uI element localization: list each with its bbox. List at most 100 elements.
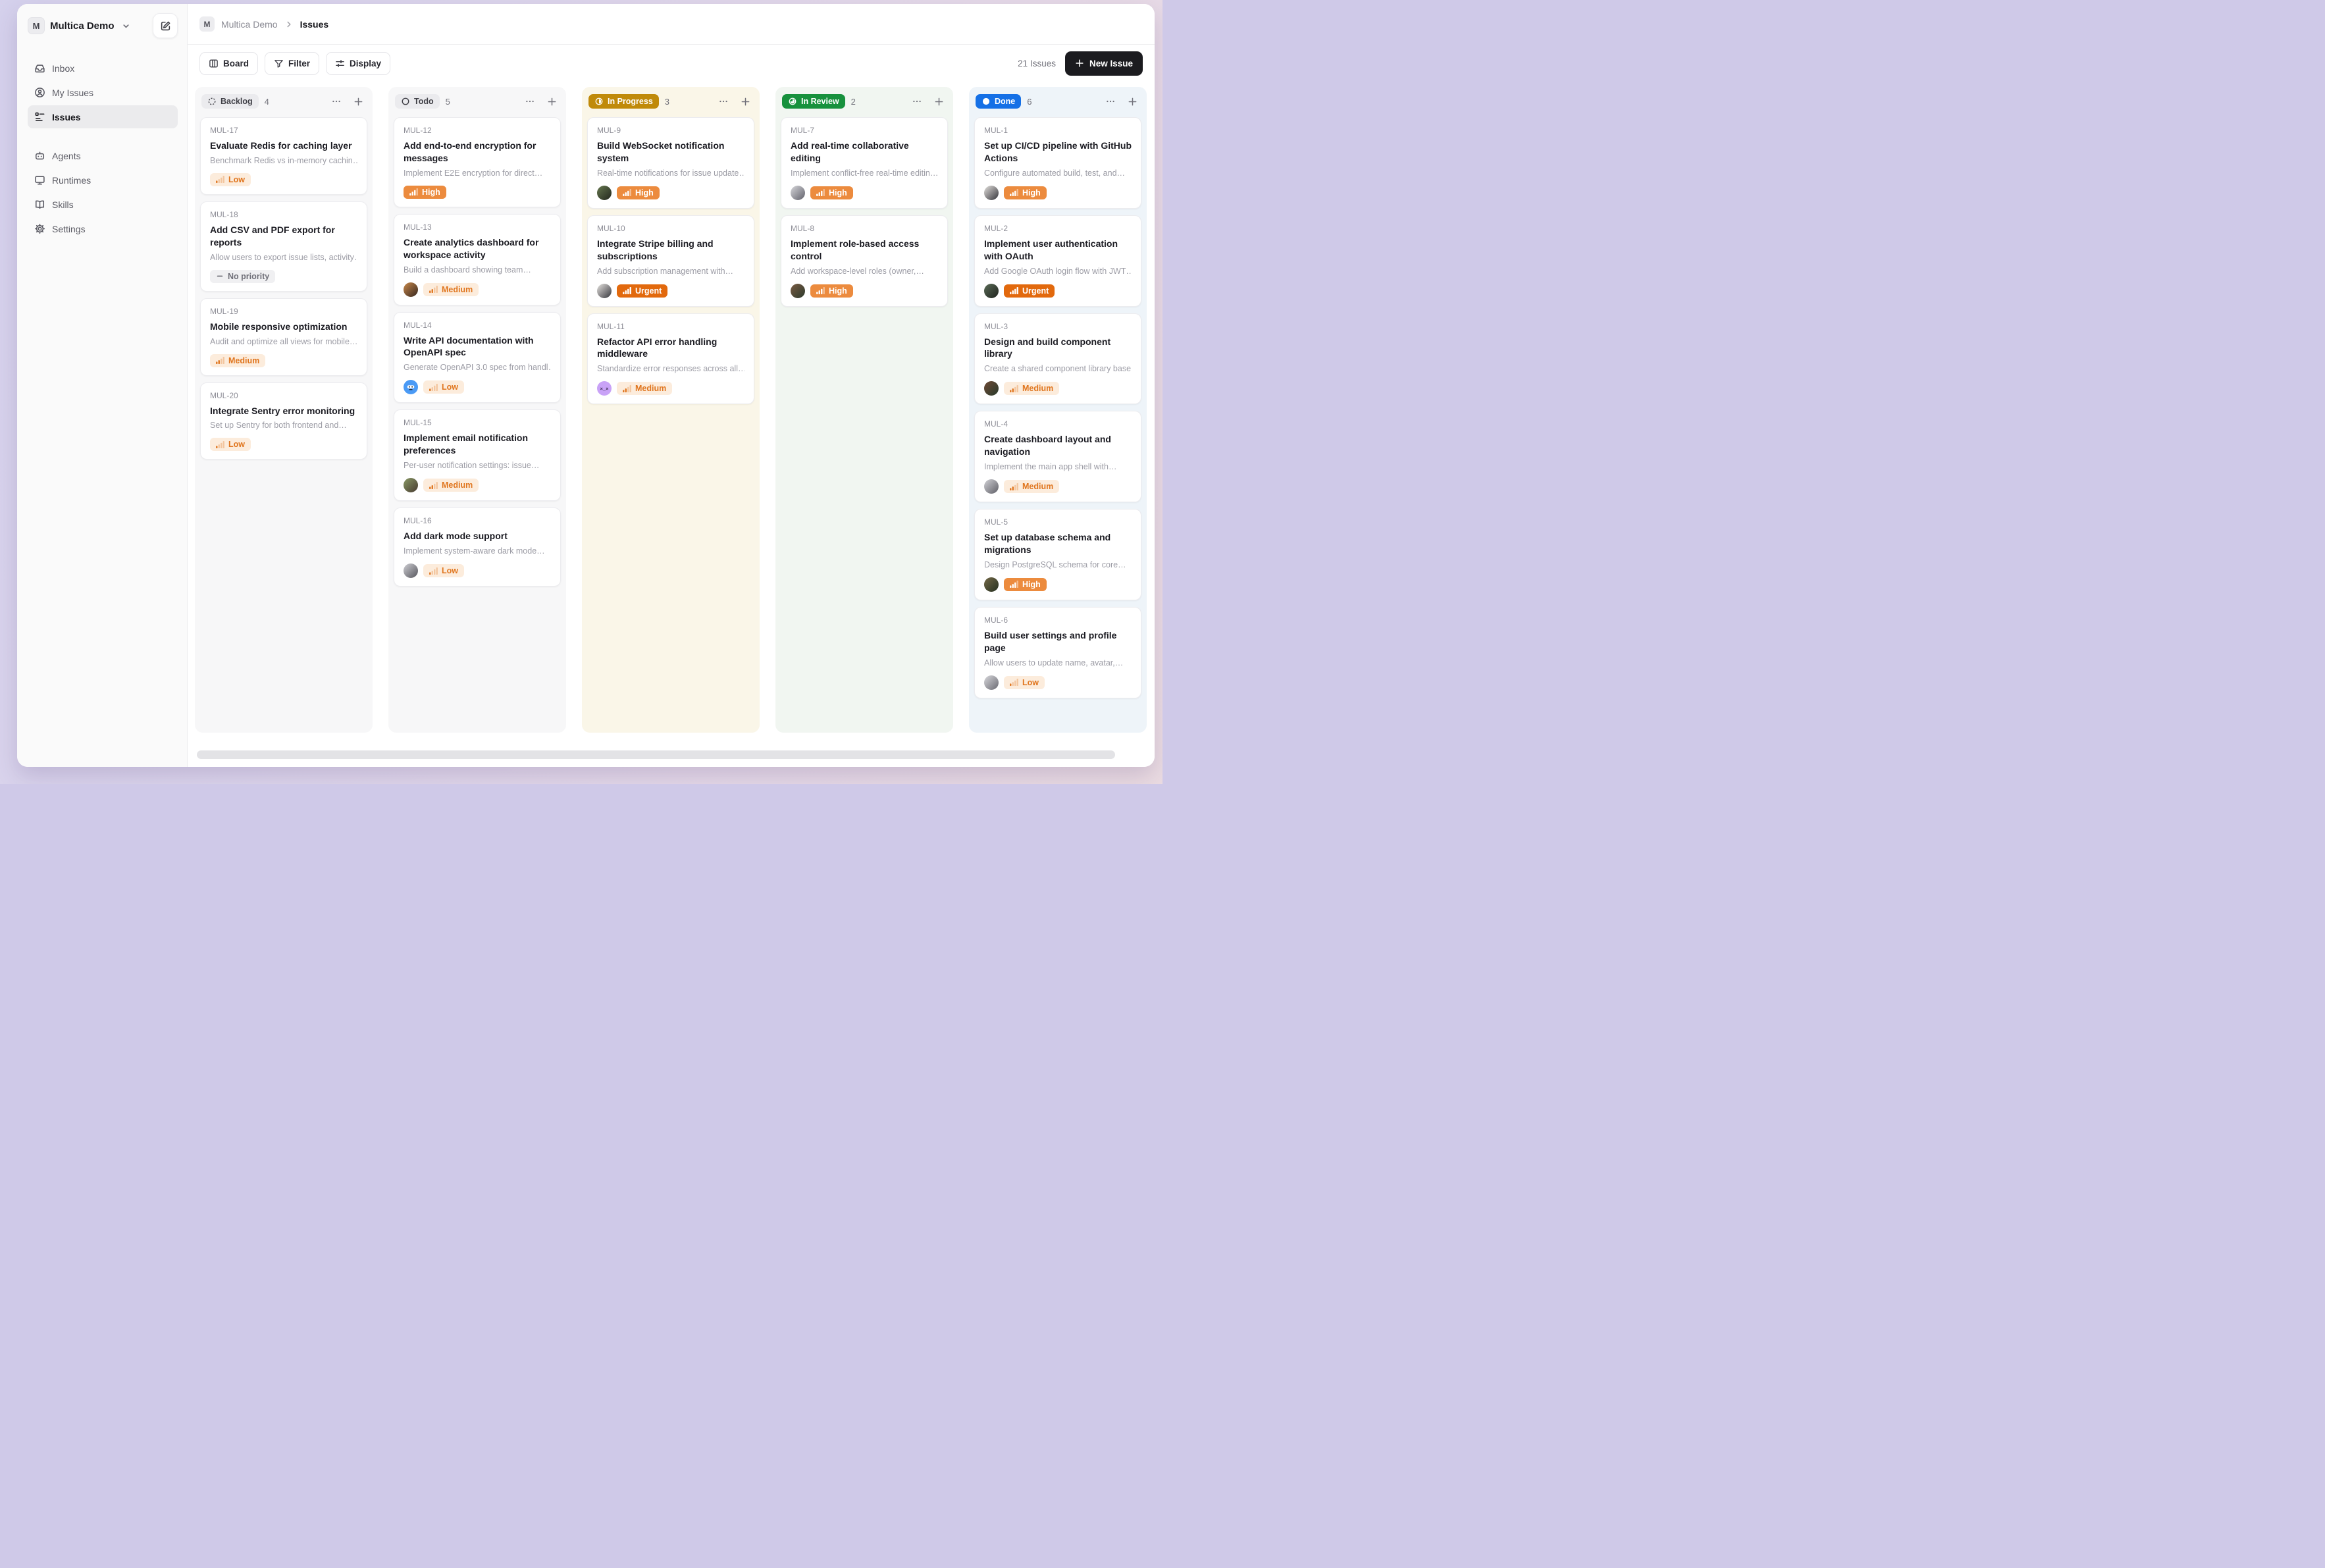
issue-card[interactable]: MUL-5Set up database schema and migratio… xyxy=(974,509,1141,600)
half-circle-icon xyxy=(594,97,604,106)
column-count: 5 xyxy=(446,97,450,107)
priority-label: Medium xyxy=(1022,384,1053,393)
priority-bars-icon xyxy=(623,287,631,294)
column-add-button[interactable] xyxy=(1124,93,1140,109)
column-add-button[interactable] xyxy=(350,93,366,109)
priority-badge: High xyxy=(810,186,853,199)
issue-description: Real-time notifications for issue update… xyxy=(597,169,745,178)
compose-button[interactable] xyxy=(153,13,178,38)
view-button-board[interactable]: Board xyxy=(199,52,258,75)
column-more-button[interactable] xyxy=(716,93,731,109)
new-issue-button[interactable]: New Issue xyxy=(1065,51,1143,76)
priority-label: Urgent xyxy=(635,286,662,296)
chevron-down-icon[interactable] xyxy=(121,21,131,31)
issue-id: MUL-15 xyxy=(404,418,551,427)
column-add-button[interactable] xyxy=(931,93,947,109)
priority-label: Medium xyxy=(442,285,473,294)
issue-id: MUL-9 xyxy=(597,126,745,135)
issue-card[interactable]: MUL-13Create analytics dashboard for wor… xyxy=(394,214,561,305)
issue-card[interactable]: MUL-17Evaluate Redis for caching layerBe… xyxy=(200,117,367,195)
issue-card[interactable]: MUL-19Mobile responsive optimizationAudi… xyxy=(200,298,367,376)
issue-card[interactable]: MUL-18Add CSV and PDF export for reports… xyxy=(200,201,367,292)
sidebar-item-skills[interactable]: Skills xyxy=(28,193,178,216)
issue-description: Generate OpenAPI 3.0 spec from handl… xyxy=(404,363,551,372)
view-button-filter[interactable]: Filter xyxy=(265,52,319,75)
sidebar-section-gap xyxy=(28,130,178,143)
workspace-switcher[interactable]: M Multica Demo xyxy=(28,13,178,38)
issue-card[interactable]: MUL-4Create dashboard layout and navigat… xyxy=(974,411,1141,502)
column-header: Done6 xyxy=(969,87,1147,116)
issue-description: Per-user notification settings: issue… xyxy=(404,461,551,470)
issue-description: Build a dashboard showing team… xyxy=(404,265,551,274)
issue-id: MUL-7 xyxy=(791,126,938,135)
priority-bars-icon xyxy=(216,357,224,364)
issue-card[interactable]: MUL-14Write API documentation with OpenA… xyxy=(394,312,561,404)
breadcrumb-workspace-link[interactable]: Multica Demo xyxy=(221,19,278,30)
kanban-board: Backlog4MUL-17Evaluate Redis for caching… xyxy=(188,82,1155,767)
filled-circle-icon xyxy=(981,97,991,106)
priority-badge: Medium xyxy=(617,382,672,395)
view-button-display[interactable]: Display xyxy=(326,52,390,75)
issue-card[interactable]: MUL-11Refactor API error handling middle… xyxy=(587,313,754,405)
column-more-button[interactable] xyxy=(1103,93,1118,109)
horizontal-scrollbar[interactable] xyxy=(197,750,1115,759)
sidebar-item-agents[interactable]: Agents xyxy=(28,144,178,167)
view-button-label: Board xyxy=(223,59,249,68)
issue-card[interactable]: MUL-16Add dark mode supportImplement sys… xyxy=(394,508,561,587)
priority-label: High xyxy=(829,286,847,296)
issue-footer: Urgent xyxy=(984,284,1132,298)
main-area: M Multica Demo Issues BoardFilterDisplay… xyxy=(188,4,1155,767)
priority-bars-icon xyxy=(623,189,631,196)
issue-card[interactable]: MUL-9Build WebSocket notification system… xyxy=(587,117,754,209)
avatar xyxy=(404,563,418,578)
priority-label: High xyxy=(1022,188,1041,197)
issue-description: Implement the main app shell with… xyxy=(984,462,1132,471)
issue-card[interactable]: MUL-8Implement role-based access control… xyxy=(781,215,948,307)
sidebar: M Multica Demo InboxMy IssuesIssues Agent… xyxy=(17,4,188,767)
issue-id: MUL-18 xyxy=(210,210,357,219)
sidebar-item-issues[interactable]: Issues xyxy=(28,105,178,128)
issue-card[interactable]: MUL-3Design and build component libraryC… xyxy=(974,313,1141,405)
priority-badge: Low xyxy=(423,564,464,577)
sidebar-item-my-issues[interactable]: My Issues xyxy=(28,81,178,104)
priority-label: High xyxy=(1022,580,1041,589)
column-more-button[interactable] xyxy=(328,93,344,109)
issue-card[interactable]: MUL-12Add end-to-end encryption for mess… xyxy=(394,117,561,207)
page-title: Issues xyxy=(300,19,329,30)
inbox-icon xyxy=(34,63,45,74)
issue-footer: Low xyxy=(210,438,357,451)
issue-card[interactable]: MUL-2Implement user authentication with … xyxy=(974,215,1141,307)
issue-footer: High xyxy=(404,186,551,199)
pie-circle-icon xyxy=(788,97,797,106)
priority-label: High xyxy=(829,188,847,197)
sidebar-item-inbox[interactable]: Inbox xyxy=(28,57,178,80)
column-add-button[interactable] xyxy=(544,93,560,109)
issue-card[interactable]: MUL-10Integrate Stripe billing and subsc… xyxy=(587,215,754,307)
column-more-button[interactable] xyxy=(522,93,538,109)
issue-card[interactable]: MUL-7Add real-time collaborative editing… xyxy=(781,117,948,209)
priority-badge: Medium xyxy=(423,479,479,492)
priority-badge: Medium xyxy=(210,354,265,367)
column-add-button[interactable] xyxy=(737,93,753,109)
issue-footer: No priority xyxy=(210,270,357,283)
sidebar-item-label: Settings xyxy=(52,224,86,234)
priority-badge: Medium xyxy=(423,283,479,296)
status-label: Backlog xyxy=(221,97,253,106)
sidebar-item-runtimes[interactable]: Runtimes xyxy=(28,169,178,192)
issue-card[interactable]: MUL-20Integrate Sentry error monitoringS… xyxy=(200,382,367,460)
column-more-button[interactable] xyxy=(909,93,925,109)
sidebar-item-settings[interactable]: Settings xyxy=(28,217,178,240)
issue-id: MUL-4 xyxy=(984,419,1132,429)
priority-label: No priority xyxy=(228,272,269,281)
issue-id: MUL-6 xyxy=(984,615,1132,625)
issue-description: Set up Sentry for both frontend and… xyxy=(210,421,357,430)
issue-card[interactable]: MUL-15Implement email notification prefe… xyxy=(394,409,561,501)
priority-bars-icon xyxy=(623,385,631,392)
edit-pencil-icon xyxy=(160,20,171,32)
column-backlog: Backlog4MUL-17Evaluate Redis for caching… xyxy=(195,87,373,733)
column-header: In Review2 xyxy=(775,87,953,116)
issue-card[interactable]: MUL-1Set up CI/CD pipeline with GitHub A… xyxy=(974,117,1141,209)
issue-card[interactable]: MUL-6Build user settings and profile pag… xyxy=(974,607,1141,698)
priority-label: Low xyxy=(228,440,245,449)
avatar xyxy=(404,380,418,394)
